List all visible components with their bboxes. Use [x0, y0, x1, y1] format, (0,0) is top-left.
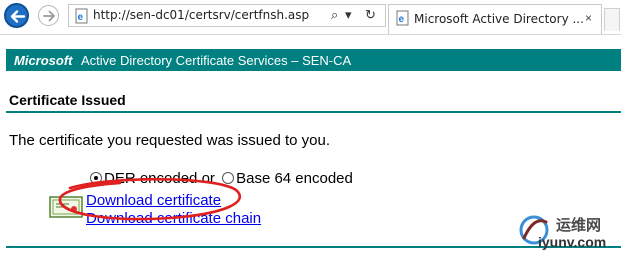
address-bar[interactable]: e http://sen-dc01/certsrv/certfnsh.asp ⌕…	[68, 4, 386, 27]
url-text[interactable]: http://sen-dc01/certsrv/certfnsh.asp	[93, 8, 309, 22]
watermark-text: 运维网	[556, 217, 602, 234]
search-icon[interactable]: ⌕	[331, 7, 338, 23]
der-radio[interactable]	[90, 172, 102, 184]
close-icon[interactable]: ×	[585, 11, 592, 25]
svg-text:e: e	[78, 12, 84, 23]
svg-text:e: e	[399, 14, 405, 25]
new-tab-button[interactable]	[604, 8, 620, 31]
site-watermark: 运维网 iyunv.com	[512, 208, 618, 254]
download-certificate-chain-link[interactable]: Download certificate chain	[86, 210, 261, 227]
refresh-icon[interactable]: ↻	[365, 7, 376, 23]
forward-arrow-icon	[43, 10, 55, 22]
banner-title: Active Directory Certificate Services – …	[81, 53, 352, 68]
heading-divider	[6, 111, 621, 113]
browser-toolbar: e http://sen-dc01/certsrv/certfnsh.asp ⌕…	[0, 0, 621, 35]
page-title: Certificate Issued	[9, 92, 126, 108]
browser-tab[interactable]: e Microsoft Active Directory ... ×	[388, 4, 602, 34]
download-certificate-link[interactable]: Download certificate	[86, 192, 221, 209]
base64-radio[interactable]	[222, 172, 235, 184]
der-label[interactable]: DER encoded	[104, 170, 197, 187]
dropdown-icon[interactable]: ▾	[345, 7, 352, 23]
ie-page-icon: e	[75, 8, 88, 24]
forward-button[interactable]	[38, 5, 59, 26]
or-text: or	[201, 170, 215, 187]
back-button[interactable]	[4, 3, 29, 28]
encoding-options: DER encoded or Base 64 encoded	[90, 170, 353, 187]
certificate-icon	[49, 196, 83, 218]
watermark-domain: iyunv.com	[538, 234, 607, 250]
issued-message: The certificate you requested was issued…	[9, 132, 331, 149]
tab-title: Microsoft Active Directory ...	[414, 12, 584, 26]
back-arrow-icon	[10, 10, 26, 23]
banner-brand: Microsoft	[14, 53, 73, 68]
tab-page-icon: e	[396, 10, 409, 26]
service-banner: Microsoft Active Directory Certificate S…	[6, 49, 621, 71]
base64-label[interactable]: Base 64 encoded	[236, 170, 353, 187]
